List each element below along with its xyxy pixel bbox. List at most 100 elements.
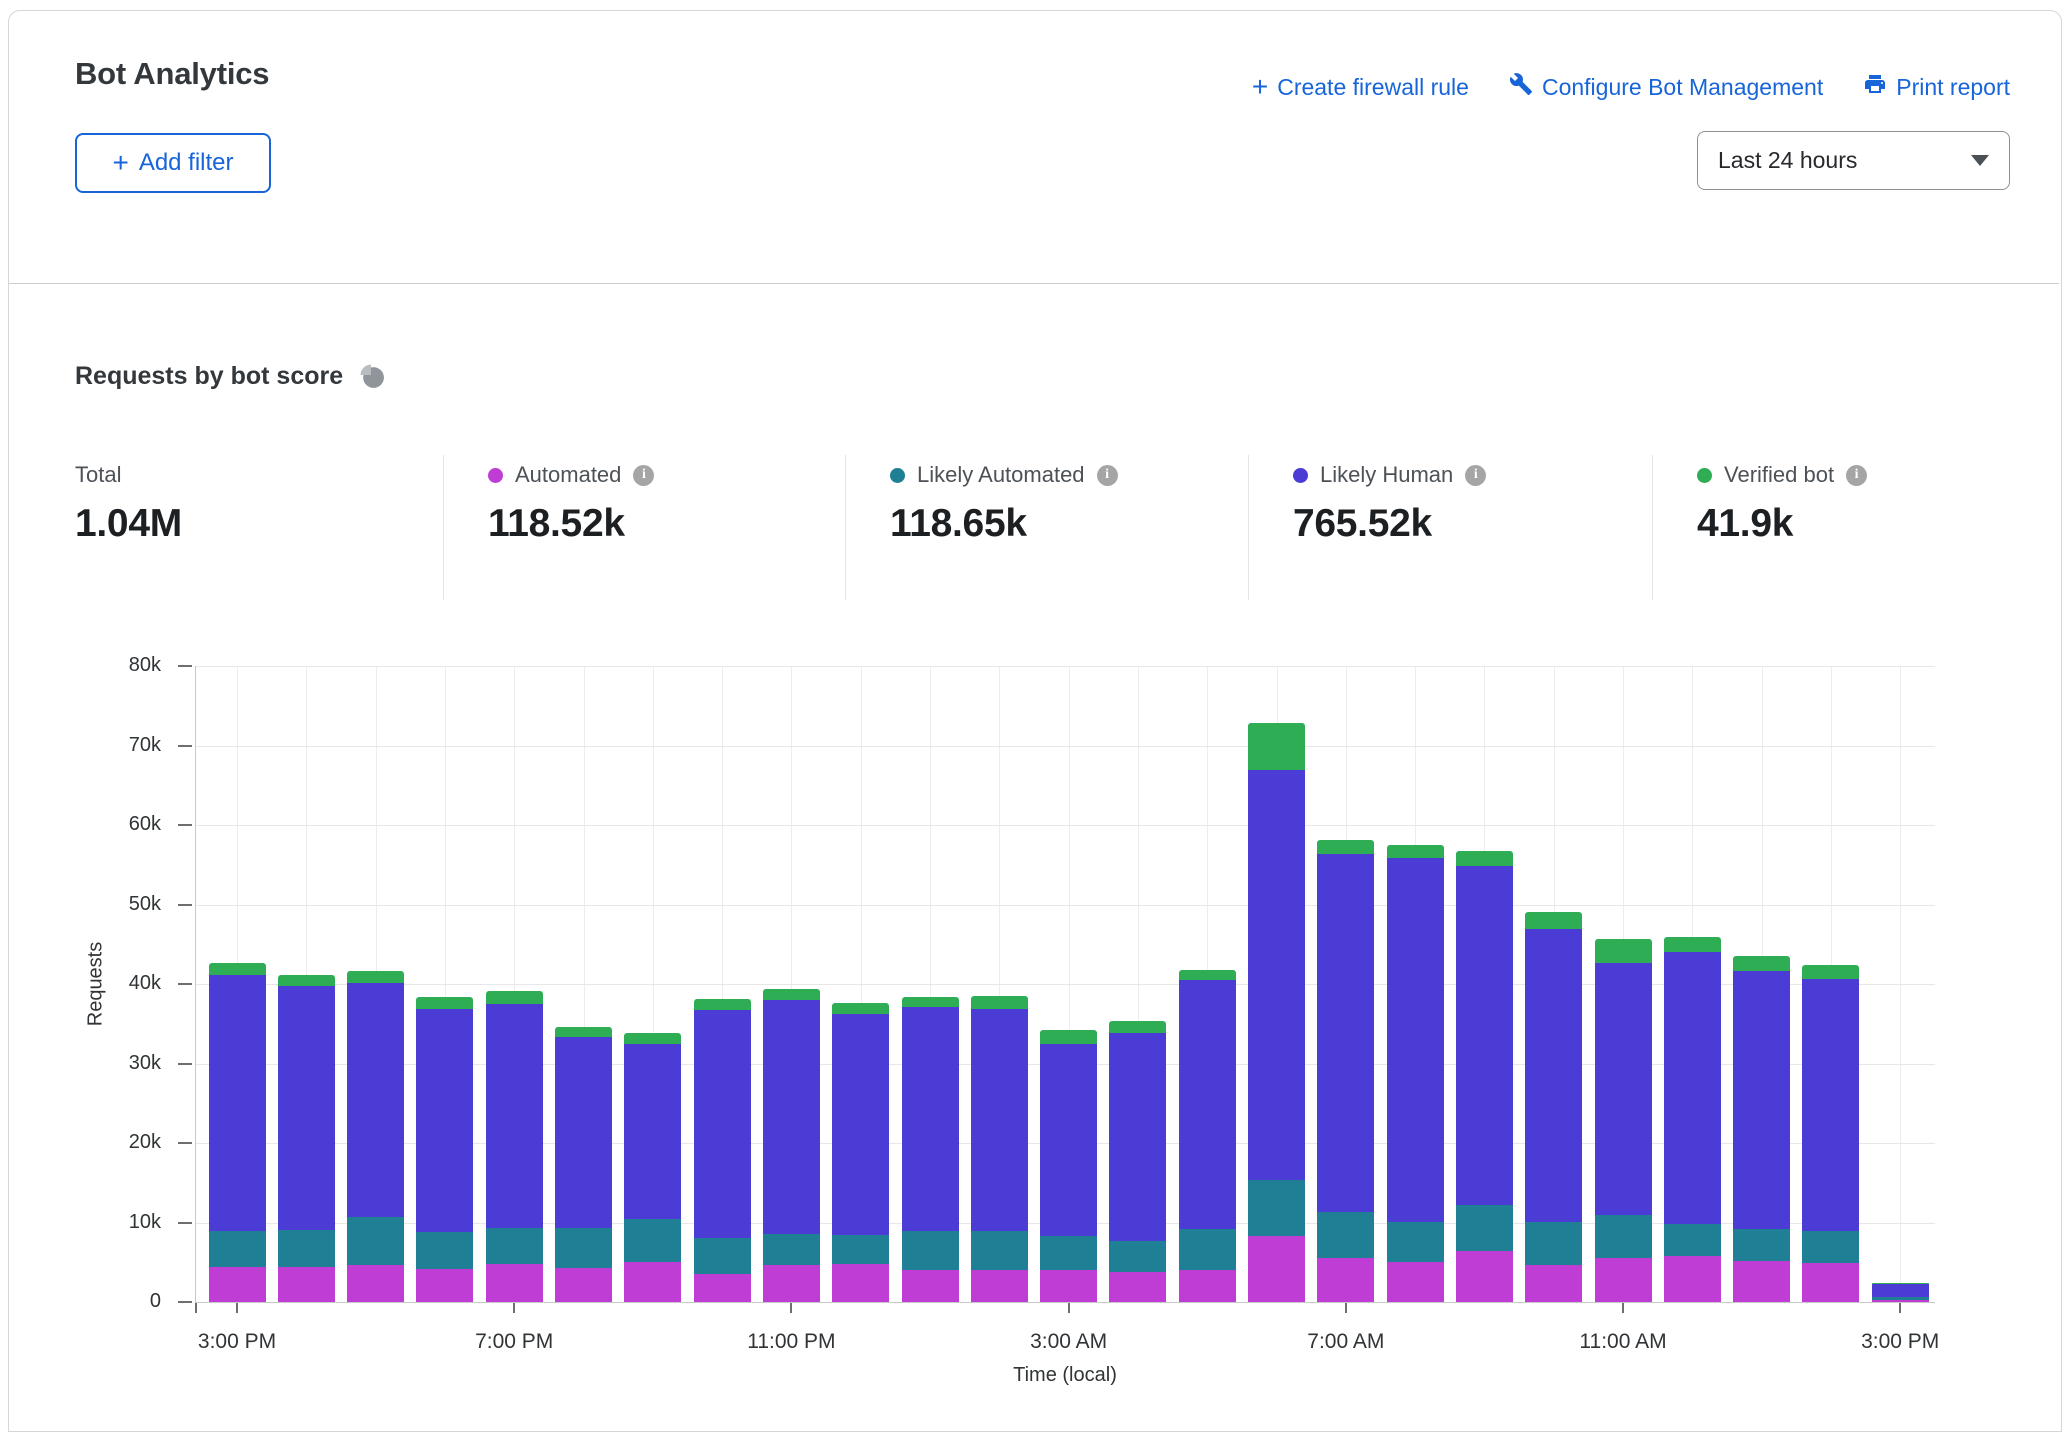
bar-segment-verified-bot[interactable] <box>347 971 404 984</box>
bar-segment-verified-bot[interactable] <box>278 975 335 986</box>
bar-segment-likely-automated[interactable] <box>1664 1224 1721 1256</box>
bar-segment-verified-bot[interactable] <box>1595 939 1652 962</box>
bar-segment-automated[interactable] <box>624 1262 681 1302</box>
bar-segment-likely-human[interactable] <box>1802 979 1859 1230</box>
print-report-link[interactable]: Print report <box>1863 72 2010 102</box>
bar-segment-verified-bot[interactable] <box>832 1003 889 1014</box>
bar-segment-verified-bot[interactable] <box>1109 1021 1166 1032</box>
bar-segment-likely-automated[interactable] <box>278 1230 335 1267</box>
bar-segment-automated[interactable] <box>486 1264 543 1302</box>
bar-segment-likely-automated[interactable] <box>902 1230 959 1270</box>
bar-segment-automated[interactable] <box>555 1268 612 1302</box>
info-icon[interactable]: i <box>1097 465 1118 486</box>
bar-segment-likely-automated[interactable] <box>832 1235 889 1264</box>
bar-segment-automated[interactable] <box>1456 1251 1513 1302</box>
bar-segment-verified-bot[interactable] <box>902 997 959 1007</box>
bar-segment-automated[interactable] <box>1872 1300 1929 1302</box>
bar-segment-likely-human[interactable] <box>1664 952 1721 1224</box>
bar-segment-verified-bot[interactable] <box>694 999 751 1010</box>
bar-segment-likely-automated[interactable] <box>763 1234 820 1265</box>
bar-segment-likely-automated[interactable] <box>1456 1205 1513 1251</box>
bar-segment-likely-human[interactable] <box>1595 963 1652 1215</box>
bar-segment-likely-automated[interactable] <box>1179 1229 1236 1270</box>
bar-segment-verified-bot[interactable] <box>1317 840 1374 854</box>
bar-segment-likely-automated[interactable] <box>624 1219 681 1263</box>
bar-segment-likely-human[interactable] <box>1387 858 1444 1222</box>
bar-segment-automated[interactable] <box>902 1270 959 1302</box>
add-filter-button[interactable]: + Add filter <box>75 133 271 193</box>
bar-segment-likely-automated[interactable] <box>1525 1222 1582 1265</box>
bar-segment-likely-automated[interactable] <box>347 1217 404 1265</box>
bar-segment-likely-human[interactable] <box>347 983 404 1217</box>
bar-segment-automated[interactable] <box>1179 1270 1236 1302</box>
bar-segment-likely-automated[interactable] <box>1802 1230 1859 1263</box>
bar-segment-automated[interactable] <box>1387 1262 1444 1302</box>
bar-segment-automated[interactable] <box>763 1265 820 1302</box>
bar-segment-automated[interactable] <box>1040 1270 1097 1302</box>
bar-segment-verified-bot[interactable] <box>1179 970 1236 980</box>
bar-segment-likely-human[interactable] <box>555 1037 612 1228</box>
bar-segment-likely-automated[interactable] <box>555 1228 612 1268</box>
info-icon[interactable]: i <box>633 465 654 486</box>
bar-segment-verified-bot[interactable] <box>971 996 1028 1009</box>
bar-segment-verified-bot[interactable] <box>555 1027 612 1037</box>
bar-segment-likely-human[interactable] <box>694 1010 751 1238</box>
bar-segment-likely-automated[interactable] <box>1733 1229 1790 1261</box>
bar-segment-verified-bot[interactable] <box>1664 937 1721 952</box>
bar-segment-automated[interactable] <box>1317 1258 1374 1302</box>
bar-segment-likely-human[interactable] <box>1733 971 1790 1229</box>
bar-segment-likely-human[interactable] <box>832 1014 889 1235</box>
bar-segment-likely-automated[interactable] <box>1248 1180 1305 1236</box>
bar-segment-likely-automated[interactable] <box>1872 1297 1929 1299</box>
bar-segment-automated[interactable] <box>1664 1256 1721 1302</box>
bar-segment-likely-human[interactable] <box>1872 1284 1929 1298</box>
bar-segment-verified-bot[interactable] <box>1733 956 1790 971</box>
bar-segment-verified-bot[interactable] <box>416 997 473 1010</box>
bar-segment-verified-bot[interactable] <box>1872 1283 1929 1284</box>
configure-bot-management-link[interactable]: Configure Bot Management <box>1509 72 1823 102</box>
bar-segment-verified-bot[interactable] <box>209 963 266 974</box>
bar-segment-likely-human[interactable] <box>902 1007 959 1230</box>
info-icon[interactable]: i <box>1846 465 1867 486</box>
bar-segment-likely-human[interactable] <box>1525 929 1582 1222</box>
bar-segment-automated[interactable] <box>1109 1272 1166 1302</box>
bar-segment-verified-bot[interactable] <box>1040 1030 1097 1044</box>
bar-segment-automated[interactable] <box>971 1270 1028 1302</box>
info-icon[interactable]: i <box>1465 465 1486 486</box>
bar-segment-likely-human[interactable] <box>971 1009 1028 1231</box>
bar-segment-verified-bot[interactable] <box>624 1033 681 1043</box>
bar-segment-automated[interactable] <box>1595 1258 1652 1302</box>
bar-segment-likely-human[interactable] <box>209 974 266 1231</box>
bar-segment-likely-human[interactable] <box>416 1009 473 1232</box>
bar-segment-automated[interactable] <box>347 1265 404 1302</box>
bar-segment-likely-automated[interactable] <box>1387 1222 1444 1263</box>
bar-segment-likely-automated[interactable] <box>486 1228 543 1264</box>
bar-segment-likely-human[interactable] <box>486 1004 543 1228</box>
bar-segment-likely-automated[interactable] <box>1317 1212 1374 1258</box>
bar-segment-verified-bot[interactable] <box>486 991 543 1004</box>
bar-segment-likely-human[interactable] <box>1317 854 1374 1213</box>
bar-segment-likely-human[interactable] <box>1179 980 1236 1229</box>
bar-segment-likely-automated[interactable] <box>694 1238 751 1274</box>
bar-segment-automated[interactable] <box>1525 1265 1582 1302</box>
bar-segment-likely-human[interactable] <box>1109 1033 1166 1241</box>
bar-segment-automated[interactable] <box>832 1264 889 1302</box>
bar-segment-likely-human[interactable] <box>1040 1044 1097 1236</box>
bar-segment-automated[interactable] <box>1248 1236 1305 1302</box>
bar-segment-automated[interactable] <box>694 1274 751 1302</box>
bar-segment-likely-automated[interactable] <box>1595 1215 1652 1259</box>
bar-segment-verified-bot[interactable] <box>1802 965 1859 979</box>
create-firewall-rule-link[interactable]: + Create firewall rule <box>1252 74 1469 101</box>
bar-segment-automated[interactable] <box>209 1267 266 1302</box>
bar-segment-likely-automated[interactable] <box>209 1231 266 1267</box>
bar-segment-automated[interactable] <box>1733 1261 1790 1302</box>
bar-segment-verified-bot[interactable] <box>1525 912 1582 929</box>
bar-segment-likely-human[interactable] <box>1456 866 1513 1205</box>
bar-segment-likely-human[interactable] <box>278 986 335 1230</box>
bar-segment-likely-automated[interactable] <box>1040 1236 1097 1270</box>
bar-segment-verified-bot[interactable] <box>1248 723 1305 770</box>
bar-segment-automated[interactable] <box>278 1267 335 1302</box>
bar-segment-automated[interactable] <box>1802 1263 1859 1302</box>
bar-segment-likely-human[interactable] <box>624 1044 681 1219</box>
bar-segment-automated[interactable] <box>416 1269 473 1302</box>
